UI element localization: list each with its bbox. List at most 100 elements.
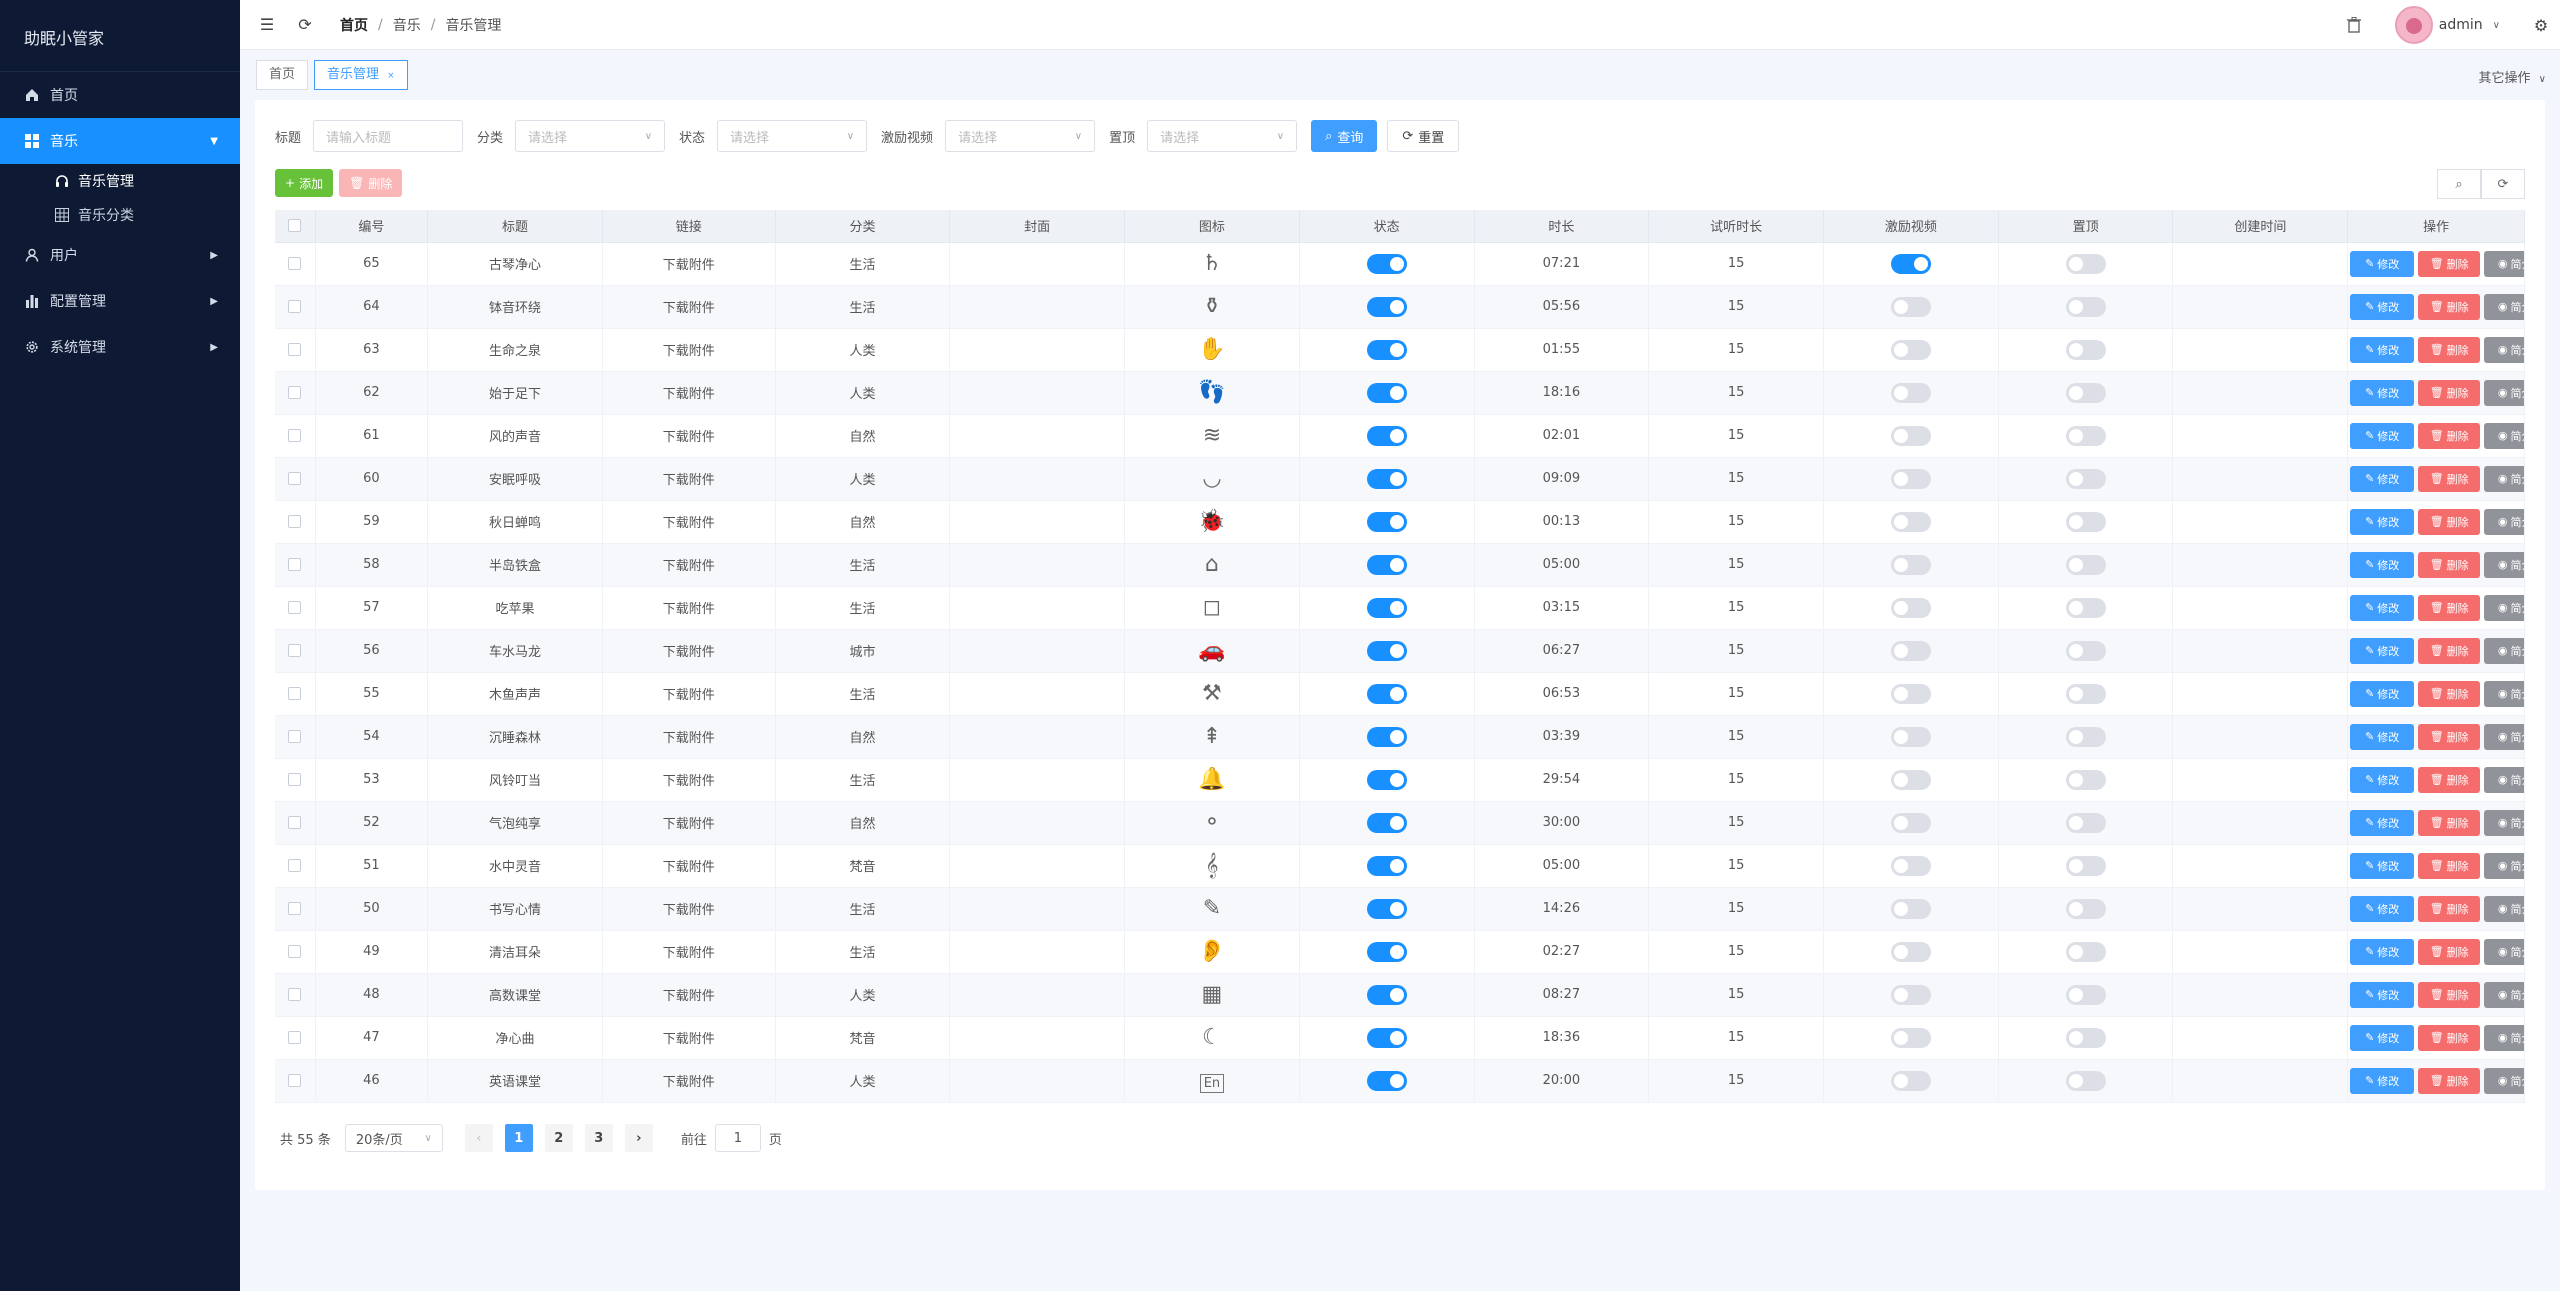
- edit-button[interactable]: ✎ 修改: [2350, 637, 2415, 664]
- cell-link[interactable]: 下载附件: [602, 629, 776, 673]
- breadcrumb-item[interactable]: 音乐: [393, 15, 421, 35]
- row-checkbox[interactable]: [275, 801, 316, 845]
- sidebar-subitem-music-manage[interactable]: 音乐管理: [0, 164, 240, 198]
- top-switch[interactable]: [2065, 812, 2106, 833]
- video-switch[interactable]: [1890, 984, 1931, 1005]
- status-switch[interactable]: [1366, 597, 1407, 618]
- avatar[interactable]: [2394, 6, 2433, 44]
- delete-button[interactable]: 🗑 删除: [2418, 766, 2481, 793]
- edit-button[interactable]: ✎ 修改: [2350, 680, 2415, 707]
- video-switch[interactable]: [1890, 769, 1931, 790]
- page-button[interactable]: 3: [584, 1124, 613, 1152]
- status-switch[interactable]: [1366, 812, 1407, 833]
- delete-button[interactable]: 🗑 删除: [2418, 1024, 2481, 1051]
- menu-fold-icon[interactable]: ☰: [256, 14, 278, 36]
- gear-icon[interactable]: ⚙: [2530, 14, 2552, 36]
- edit-button[interactable]: ✎ 修改: [2350, 1067, 2415, 1094]
- delete-button[interactable]: 🗑 删除: [2418, 508, 2481, 535]
- cell-link[interactable]: 下载附件: [602, 1059, 776, 1103]
- row-checkbox[interactable]: [275, 973, 316, 1017]
- status-switch[interactable]: [1366, 296, 1407, 317]
- delete-button[interactable]: 🗑 删除: [2418, 680, 2481, 707]
- status-switch[interactable]: [1366, 726, 1407, 747]
- page-button[interactable]: 1: [504, 1124, 533, 1152]
- video-switch[interactable]: [1890, 511, 1931, 532]
- info-button[interactable]: ◉简介: [2484, 422, 2524, 449]
- edit-button[interactable]: ✎ 修改: [2350, 938, 2415, 965]
- edit-button[interactable]: ✎ 修改: [2350, 250, 2415, 277]
- status-switch[interactable]: [1366, 468, 1407, 489]
- sidebar-item-system[interactable]: 系统管理 ▶: [0, 324, 240, 370]
- top-switch[interactable]: [2065, 683, 2106, 704]
- cell-link[interactable]: 下载附件: [602, 328, 776, 372]
- select-all-checkbox[interactable]: [275, 210, 316, 243]
- info-button[interactable]: ◉简介: [2484, 723, 2524, 750]
- edit-button[interactable]: ✎ 修改: [2350, 293, 2415, 320]
- sidebar-item-user[interactable]: 用户 ▶: [0, 232, 240, 278]
- info-button[interactable]: ◉简介: [2484, 465, 2524, 492]
- cell-link[interactable]: 下载附件: [602, 414, 776, 458]
- cell-link[interactable]: 下载附件: [602, 930, 776, 974]
- page-button[interactable]: 2: [544, 1124, 573, 1152]
- row-checkbox[interactable]: [275, 629, 316, 673]
- cell-link[interactable]: 下载附件: [602, 371, 776, 415]
- top-switch[interactable]: [2065, 511, 2106, 532]
- row-checkbox[interactable]: [275, 500, 316, 544]
- delete-button[interactable]: 🗑 删除: [2418, 723, 2481, 750]
- top-switch[interactable]: [2065, 769, 2106, 790]
- cell-link[interactable]: 下载附件: [602, 586, 776, 630]
- batch-delete-button[interactable]: 🗑 删除: [339, 169, 403, 197]
- status-switch[interactable]: [1366, 898, 1407, 919]
- status-select[interactable]: 请选择 ∨: [717, 120, 868, 152]
- row-checkbox[interactable]: [275, 844, 316, 888]
- top-switch[interactable]: [2065, 597, 2106, 618]
- video-switch[interactable]: [1890, 296, 1931, 317]
- delete-button[interactable]: 🗑 删除: [2418, 895, 2481, 922]
- video-switch[interactable]: [1890, 382, 1931, 403]
- edit-button[interactable]: ✎ 修改: [2350, 852, 2415, 879]
- info-button[interactable]: ◉简介: [2484, 895, 2524, 922]
- sidebar-item-config[interactable]: 配置管理 ▶: [0, 278, 240, 324]
- chevron-down-icon[interactable]: ∨: [2493, 20, 2500, 31]
- info-button[interactable]: ◉简介: [2484, 852, 2524, 879]
- row-checkbox[interactable]: [275, 328, 316, 372]
- page-size-select[interactable]: 20条/页 ∨: [344, 1124, 443, 1152]
- tab-home[interactable]: 首页: [256, 60, 309, 90]
- status-switch[interactable]: [1366, 339, 1407, 360]
- video-switch[interactable]: [1890, 339, 1931, 360]
- row-checkbox[interactable]: [275, 1016, 316, 1060]
- cell-link[interactable]: 下载附件: [602, 543, 776, 587]
- edit-button[interactable]: ✎ 修改: [2350, 895, 2415, 922]
- info-button[interactable]: ◉简介: [2484, 336, 2524, 363]
- row-checkbox[interactable]: [275, 887, 316, 931]
- info-button[interactable]: ◉简介: [2484, 1067, 2524, 1094]
- row-checkbox[interactable]: [275, 457, 316, 501]
- next-page-button[interactable]: ›: [624, 1124, 653, 1152]
- row-checkbox[interactable]: [275, 758, 316, 802]
- delete-button[interactable]: 🗑 删除: [2418, 1067, 2481, 1094]
- edit-button[interactable]: ✎ 修改: [2350, 809, 2415, 836]
- top-switch[interactable]: [2065, 1070, 2106, 1091]
- cell-link[interactable]: 下载附件: [602, 672, 776, 716]
- refresh-table-button[interactable]: ⟳: [2481, 169, 2525, 199]
- cell-link[interactable]: 下载附件: [602, 887, 776, 931]
- info-button[interactable]: ◉简介: [2484, 938, 2524, 965]
- breadcrumb-item[interactable]: 首页: [340, 15, 368, 35]
- status-switch[interactable]: [1366, 769, 1407, 790]
- status-switch[interactable]: [1366, 1027, 1407, 1048]
- row-checkbox[interactable]: [275, 543, 316, 587]
- video-switch[interactable]: [1890, 597, 1931, 618]
- row-checkbox[interactable]: [275, 371, 316, 415]
- delete-button[interactable]: 🗑 删除: [2418, 938, 2481, 965]
- status-switch[interactable]: [1366, 253, 1407, 274]
- info-button[interactable]: ◉简介: [2484, 379, 2524, 406]
- prev-page-button[interactable]: ‹: [464, 1124, 493, 1152]
- video-switch[interactable]: [1890, 640, 1931, 661]
- cell-link[interactable]: 下载附件: [602, 457, 776, 501]
- tab-music-manage[interactable]: 音乐管理 ×: [314, 60, 408, 90]
- delete-button[interactable]: 🗑 删除: [2418, 809, 2481, 836]
- video-switch[interactable]: [1890, 1027, 1931, 1048]
- sidebar-item-music[interactable]: 音乐 ▼: [0, 118, 240, 164]
- top-switch[interactable]: [2065, 726, 2106, 747]
- video-select[interactable]: 请选择 ∨: [945, 120, 1096, 152]
